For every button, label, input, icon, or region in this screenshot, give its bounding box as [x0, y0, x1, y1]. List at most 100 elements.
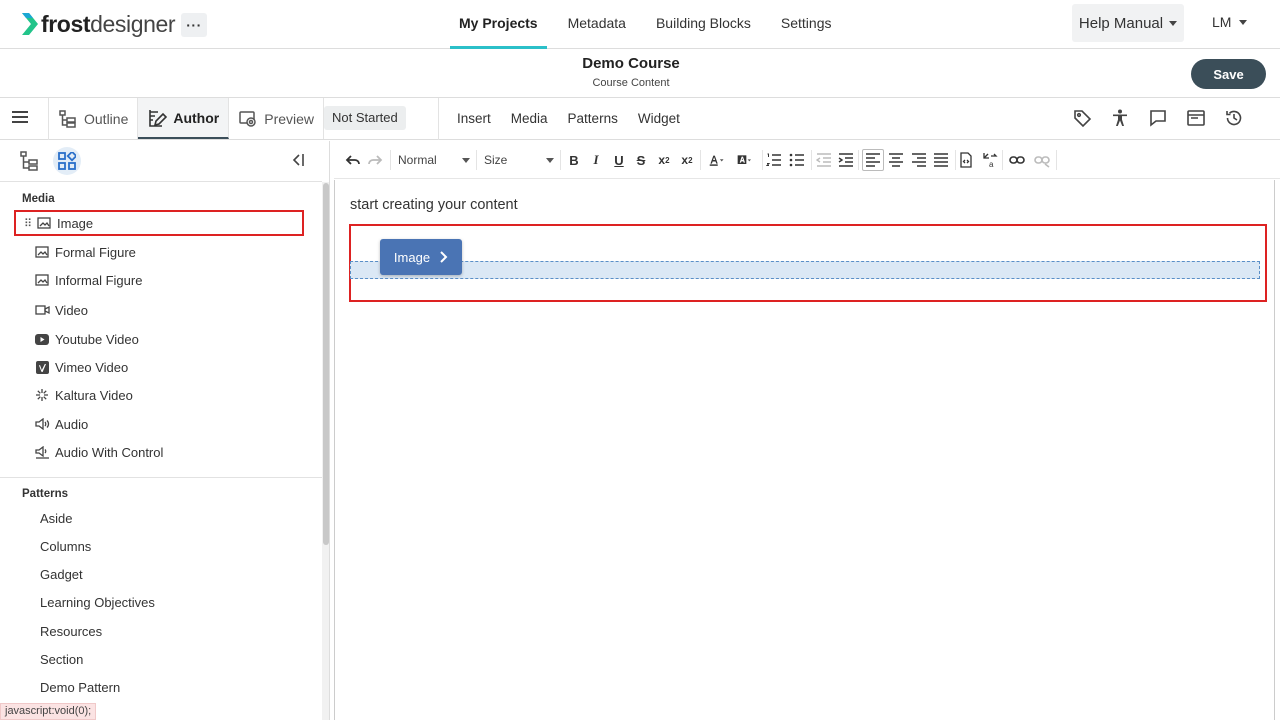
blocks-view-button[interactable] — [53, 147, 81, 175]
align-center-icon[interactable] — [887, 150, 905, 170]
size-select-value: Size — [484, 153, 508, 167]
sidebar-scrollbar[interactable] — [322, 182, 329, 720]
highlight-color-icon[interactable] — [733, 150, 757, 170]
block-audio-label: Audio — [55, 416, 89, 432]
block-formal-figure[interactable]: ⠿ Formal Figure — [14, 239, 304, 265]
status-badge[interactable]: Not Started — [324, 106, 406, 130]
scrollbar-thumb[interactable] — [323, 183, 329, 545]
audio-control-icon — [34, 445, 50, 459]
tree-view-icon[interactable] — [18, 150, 40, 172]
tab-preview[interactable]: Preview — [229, 98, 325, 139]
source-code-icon[interactable] — [958, 150, 974, 170]
caret-down-icon — [462, 157, 470, 163]
chevron-right-icon — [440, 251, 448, 263]
drop-zone[interactable] — [350, 261, 1260, 279]
numbered-list-icon[interactable] — [765, 150, 783, 170]
menu-patterns[interactable]: Patterns — [558, 98, 628, 140]
block-image-label: Image — [57, 215, 94, 231]
user-menu[interactable]: LM — [1212, 14, 1248, 30]
tab-author[interactable]: Author — [138, 98, 230, 139]
size-select[interactable]: Size — [484, 150, 554, 170]
blocks-grid-icon — [58, 152, 76, 170]
block-informal-figure-label: Informal Figure — [55, 272, 143, 288]
block-youtube-video[interactable]: ⠿ Youtube Video — [14, 326, 304, 352]
nav-settings[interactable]: Settings — [766, 0, 847, 49]
bold-icon[interactable]: B — [566, 150, 582, 170]
underline-icon[interactable]: U — [611, 150, 627, 170]
panel-icon[interactable] — [1186, 108, 1206, 128]
block-vimeo-video[interactable]: ⠿ Vimeo Video — [14, 354, 304, 380]
logo-brand: frost — [41, 10, 91, 37]
tab-outline-label: Outline — [84, 110, 129, 127]
pattern-gadget[interactable]: Gadget — [40, 567, 83, 582]
block-vimeo-video-label: Vimeo Video — [55, 359, 129, 375]
find-replace-icon[interactable]: a — [981, 150, 999, 170]
tag-icon[interactable] — [1072, 108, 1092, 128]
pattern-columns[interactable]: Columns — [40, 539, 91, 554]
bullet-list-icon[interactable] — [788, 150, 806, 170]
image-icon — [36, 216, 52, 230]
pattern-demo-pattern[interactable]: Demo Pattern — [40, 680, 120, 695]
superscript-icon[interactable]: x2 — [678, 150, 696, 170]
text-color-icon[interactable] — [706, 150, 728, 170]
accessibility-icon[interactable] — [1110, 108, 1130, 128]
block-audio-with-control[interactable]: ⠿ Audio With Control — [14, 439, 304, 465]
more-options-button[interactable]: ··· — [181, 13, 207, 37]
menu-widget[interactable]: Widget — [628, 98, 690, 140]
menu-insert[interactable]: Insert — [447, 98, 501, 140]
nav-metadata[interactable]: Metadata — [553, 0, 641, 49]
link-icon[interactable] — [1008, 150, 1026, 170]
comment-icon[interactable] — [1148, 108, 1168, 128]
block-informal-figure[interactable]: ⠿ Informal Figure — [14, 267, 304, 293]
dragging-image-block[interactable]: Image — [380, 239, 462, 275]
section-divider — [0, 477, 322, 478]
nav-building-blocks[interactable]: Building Blocks — [641, 0, 766, 49]
image-icon — [34, 273, 50, 287]
nav-my-projects[interactable]: My Projects — [450, 0, 547, 49]
pattern-resources[interactable]: Resources — [40, 624, 102, 639]
menu-media[interactable]: Media — [501, 98, 558, 140]
drag-chip-label: Image — [393, 249, 431, 265]
align-left-icon[interactable] — [862, 149, 884, 171]
indent-icon[interactable] — [837, 150, 855, 170]
italic-icon[interactable]: I — [588, 150, 604, 170]
editor-placeholder[interactable]: start creating your content — [350, 197, 518, 213]
pattern-aside[interactable]: Aside — [40, 511, 73, 526]
drag-handle-icon[interactable]: ⠿ — [24, 217, 36, 230]
block-video[interactable]: ⠿ Video — [14, 297, 304, 323]
frost-designer-logo[interactable]: frostdesigner — [20, 10, 176, 38]
collapse-sidebar-icon[interactable] — [290, 152, 306, 168]
unlink-icon[interactable] — [1033, 150, 1051, 170]
caret-down-icon — [546, 157, 554, 163]
hamburger-menu-icon[interactable] — [12, 111, 28, 125]
caret-down-icon — [1169, 20, 1178, 26]
content-editor[interactable]: start creating your content Image — [334, 180, 1275, 720]
kaltura-icon — [34, 388, 50, 402]
pattern-section[interactable]: Section — [40, 652, 83, 667]
strikethrough-icon[interactable]: S — [633, 150, 649, 170]
save-button[interactable]: Save — [1191, 59, 1266, 89]
undo-icon[interactable] — [344, 150, 362, 170]
block-audio-with-control-label: Audio With Control — [55, 444, 164, 460]
browser-status-text: javascript:void(0); — [0, 703, 97, 720]
outdent-icon[interactable] — [815, 150, 833, 170]
block-formal-figure-label: Formal Figure — [55, 244, 136, 260]
block-image[interactable]: ⠿ Image — [14, 210, 304, 236]
logo-suffix: designer — [90, 10, 176, 37]
course-title: Demo Course — [582, 55, 680, 72]
help-manual-dropdown[interactable]: Help Manual — [1072, 4, 1184, 42]
align-right-icon[interactable] — [910, 150, 928, 170]
format-select[interactable]: Normal — [398, 150, 470, 170]
format-select-value: Normal — [398, 153, 437, 167]
media-section-title: Media — [22, 193, 55, 205]
image-icon — [34, 245, 50, 259]
pattern-learning-objectives[interactable]: Learning Objectives — [40, 595, 155, 610]
history-icon[interactable] — [1224, 108, 1244, 128]
align-justify-icon[interactable] — [932, 150, 950, 170]
block-audio[interactable]: ⠿ Audio — [14, 411, 304, 437]
block-kaltura-video[interactable]: ⠿ Kaltura Video — [14, 382, 304, 408]
tab-preview-label: Preview — [264, 110, 315, 127]
tab-outline[interactable]: Outline — [49, 98, 139, 139]
redo-icon[interactable] — [366, 150, 384, 170]
subscript-icon[interactable]: x2 — [655, 150, 673, 170]
